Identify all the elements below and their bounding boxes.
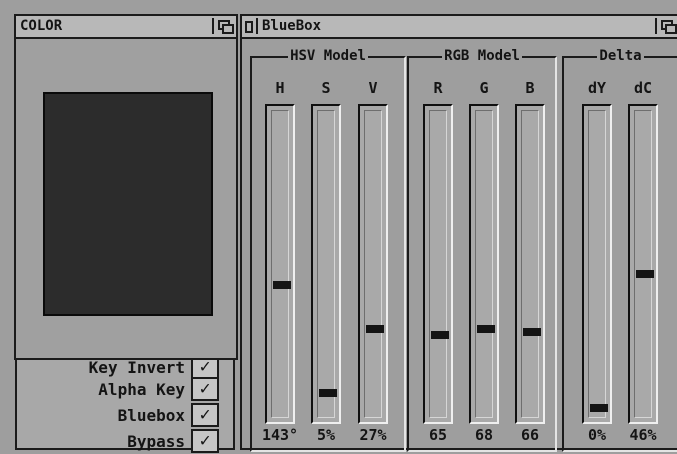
dy-slider-knob[interactable] [590,404,608,412]
color-swatch [43,92,213,316]
s-slider[interactable] [311,104,341,424]
r-slider-knob[interactable] [431,331,449,339]
bypass-label: Bypass [127,432,185,451]
b-value: 66 [520,426,540,444]
v-value: 27% [359,426,387,444]
color-window: COLOR [14,14,238,360]
bluebox-checkbox[interactable]: ✓ [191,403,219,427]
s-slider-knob[interactable] [319,389,337,398]
r-label: R [433,79,443,97]
bypass-checkbox[interactable]: ✓ [191,429,219,453]
r-slider[interactable] [423,104,453,424]
dy-label: dY [587,79,607,97]
h-slider[interactable] [265,104,295,424]
close-gadget-icon[interactable] [242,18,258,34]
h-label: H [275,79,285,97]
bluebox-window: BlueBox HSV Model RGB Model Delta H S V … [240,14,677,452]
dy-slider[interactable] [582,104,612,424]
v-label: V [368,79,378,97]
bluebox-label: Bluebox [117,406,185,425]
bluebox-row: Bluebox ✓ [37,402,227,428]
depth-gadget-icon[interactable] [212,18,234,34]
bypass-row: Bypass ✓ [37,428,227,454]
b-label: B [525,79,535,97]
options-window: Key Invert ✓ Alpha Key ✓ Bluebox ✓ Bypas… [15,350,235,453]
alpha-key-label: Alpha Key [98,380,185,399]
delta-title: Delta [597,48,644,64]
dc-slider-knob[interactable] [636,269,654,278]
v-slider-knob[interactable] [366,325,384,334]
color-window-titlebar[interactable]: COLOR [16,16,236,39]
s-label: S [321,79,331,97]
rgb-model-title: RGB Model [442,48,522,64]
color-window-title: COLOR [20,18,63,34]
dc-slider[interactable] [628,104,658,424]
alpha-key-row: Alpha Key ✓ [37,376,227,402]
dc-value: 46% [629,426,657,444]
g-slider-knob[interactable] [477,325,495,334]
key-invert-label: Key Invert [88,358,185,377]
hsv-model-title: HSV Model [288,48,368,64]
g-label: G [479,79,489,97]
b-slider-knob[interactable] [523,328,541,337]
bluebox-window-title: BlueBox [262,18,322,34]
delta-group: Delta [562,48,677,452]
depth-gadget-icon[interactable] [655,18,677,34]
bluebox-window-titlebar[interactable]: BlueBox [242,16,677,39]
dc-label: dC [633,79,653,97]
h-slider-knob[interactable] [273,281,291,290]
b-slider[interactable] [515,104,545,424]
g-slider[interactable] [469,104,499,424]
v-slider[interactable] [358,104,388,424]
alpha-key-checkbox[interactable]: ✓ [191,377,219,401]
